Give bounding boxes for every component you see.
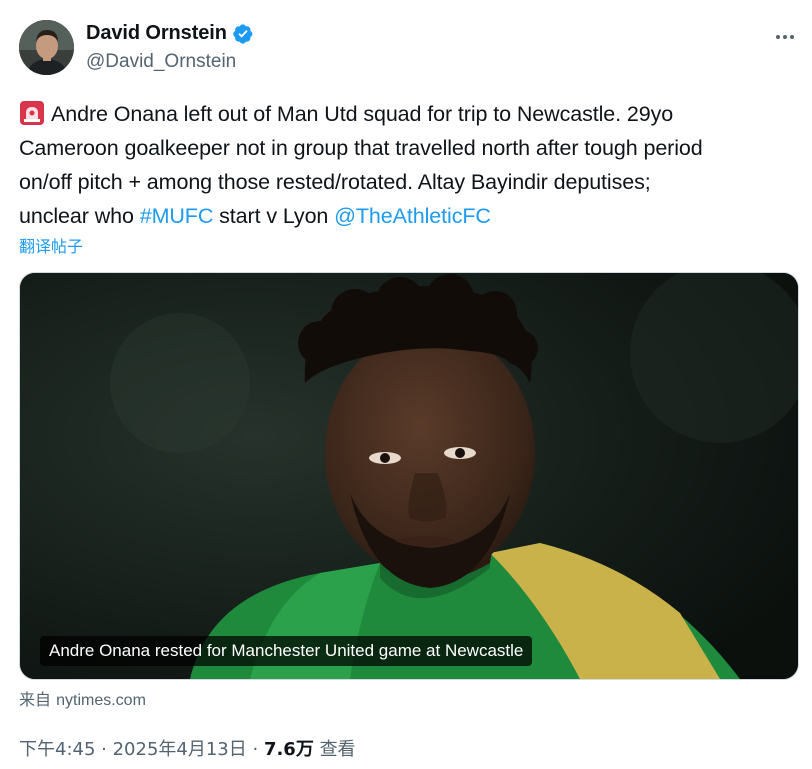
tweet-line-4-start: unclear who — [19, 204, 140, 228]
article-caption: Andre Onana rested for Manchester United… — [40, 636, 533, 666]
hashtag-link[interactable]: #MUFC — [140, 204, 214, 228]
source-domain-link[interactable]: nytimes.com — [56, 692, 146, 709]
tweet-line-3: on/off pitch + among those rested/rotate… — [19, 170, 651, 194]
siren-icon — [19, 100, 45, 126]
tweet-meta: 下午4:45 · 2025年4月13日 · 7.6万 查看 — [19, 735, 356, 761]
mention-link[interactable]: @TheAthleticFC — [334, 204, 491, 228]
link-source: 来自 nytimes.com — [19, 686, 146, 710]
avatar-image — [19, 20, 74, 75]
tweet-card[interactable]: David Ornstein @David_Ornstein Andre Ona… — [0, 0, 812, 769]
tweet-text: Andre Onana left out of Man Utd squad fo… — [19, 97, 809, 233]
views-label: 查看 — [319, 739, 356, 760]
tweet-date[interactable]: 2025年4月13日 — [113, 739, 247, 760]
tweet-line-1: Andre Onana left out of Man Utd squad fo… — [51, 102, 674, 126]
tweet-line-4-mid: start v Lyon — [213, 204, 335, 228]
views-count: 7.6万 — [263, 739, 314, 760]
source-prefix: 来自 — [19, 690, 52, 709]
translate-post-link[interactable]: 翻译帖子 — [19, 233, 83, 257]
article-photo — [20, 273, 798, 679]
more-options-icon[interactable] — [770, 25, 800, 49]
link-preview-card[interactable]: Andre Onana rested for Manchester United… — [19, 272, 799, 680]
tweet-line-2: Cameroon goalkeeper not in group that tr… — [19, 136, 703, 160]
author-display-name[interactable]: David Ornstein — [86, 22, 227, 45]
avatar[interactable] — [19, 20, 74, 75]
author-handle[interactable]: @David_Ornstein — [86, 51, 236, 73]
tweet-time[interactable]: 下午4:45 — [19, 739, 95, 760]
meta-separator-2: · — [246, 739, 264, 760]
meta-separator-1: · — [95, 739, 113, 760]
verified-badge-icon[interactable] — [232, 23, 254, 45]
